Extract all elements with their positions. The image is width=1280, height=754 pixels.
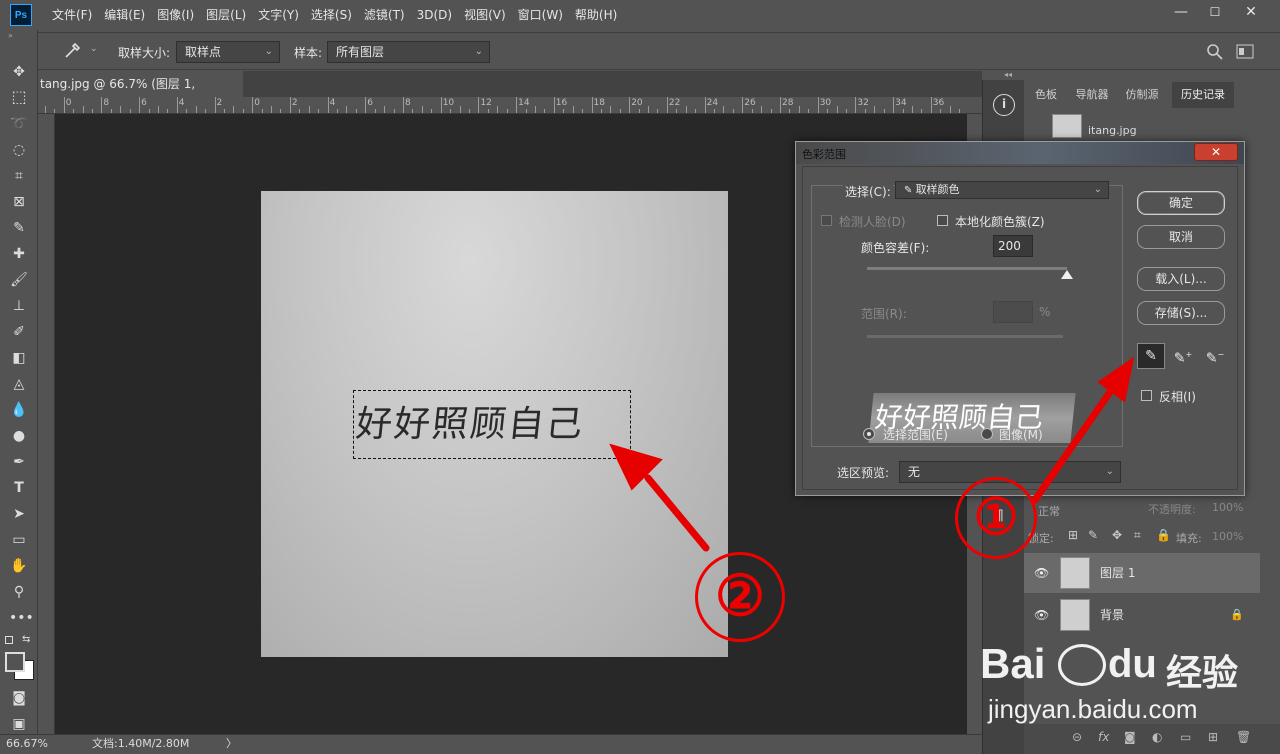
watermark-brand-cn: 经验 xyxy=(1166,653,1239,694)
paw-logo-icon xyxy=(1058,644,1106,686)
baidu-watermark: Bai du 经验 jingyan.baidu.com xyxy=(980,640,1280,730)
watermark-brand-b: du xyxy=(1108,642,1157,686)
arrow-two-shaft xyxy=(644,474,710,552)
watermark-url: jingyan.baidu.com xyxy=(988,694,1198,724)
watermark-brand-a: Bai xyxy=(980,640,1046,687)
arrow-one-shaft xyxy=(1031,388,1114,504)
annotation-circle-two: ② xyxy=(695,552,785,642)
annotation-circle-one: ① xyxy=(955,477,1037,559)
